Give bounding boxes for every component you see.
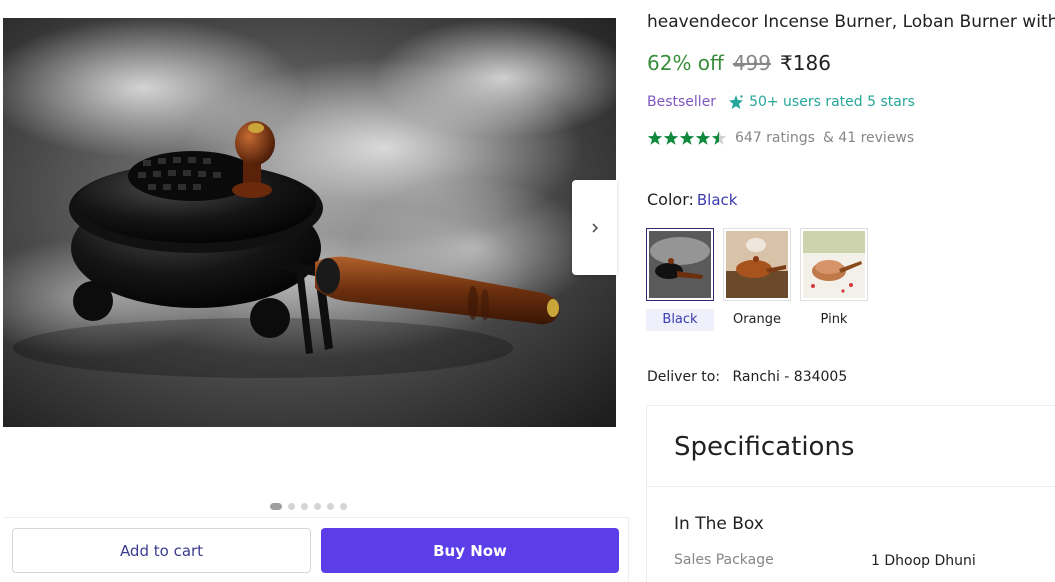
- product-main-image[interactable]: [3, 18, 616, 427]
- star-icon: [679, 131, 695, 145]
- product-details: heavendecor Incense Burner, Loban Burner…: [632, 0, 1055, 582]
- selling-price: ₹186: [780, 51, 831, 75]
- color-swatch-pink[interactable]: Pink: [800, 228, 868, 331]
- star-icon: [647, 131, 663, 145]
- badge-row: Bestseller 50+ users rated 5 stars: [647, 94, 915, 110]
- spec-value: 1 Dhoop Dhuni: [871, 553, 976, 569]
- sparkle-star-icon: [729, 95, 744, 109]
- reviews-count: & 41 reviews: [822, 130, 915, 146]
- swatch-thumbnail: [723, 228, 791, 301]
- incense-burner-photo: [3, 18, 616, 427]
- swatch-thumbnail: [646, 228, 714, 301]
- users-rated-badge: 50+ users rated 5 stars: [728, 94, 915, 110]
- carousel-dot[interactable]: [301, 503, 308, 510]
- mrp-price: 499: [732, 51, 772, 75]
- discount-percent: 62% off: [647, 51, 724, 75]
- next-image-button[interactable]: [572, 180, 617, 275]
- deliver-pincode: Ranchi - 834005: [732, 369, 848, 385]
- delivery-location[interactable]: Deliver to: Ranchi - 834005: [647, 369, 847, 385]
- swatch-label: Black: [646, 309, 714, 331]
- selected-color-value: Black: [696, 191, 738, 209]
- action-bar: Add to cart Buy Now: [3, 517, 629, 582]
- add-to-cart-button[interactable]: Add to cart: [12, 528, 311, 573]
- deliver-label: Deliver to:: [647, 369, 721, 385]
- product-gallery: Add to cart Buy Now: [0, 0, 632, 582]
- color-swatches: Black Orange Pink: [646, 228, 868, 331]
- specifications-title: Specifications: [674, 432, 855, 462]
- swatch-thumbnail: [800, 228, 868, 301]
- ratings-count: 647 ratings: [735, 130, 815, 146]
- star-icon: [663, 131, 679, 145]
- chevron-right-icon: [591, 222, 598, 233]
- specifications-card: Specifications In The Box Sales Package …: [646, 405, 1055, 582]
- divider: [647, 486, 1055, 487]
- swatch-label: Orange: [732, 312, 782, 327]
- swatch-label: Pink: [820, 312, 848, 327]
- bestseller-badge: Bestseller: [647, 94, 717, 110]
- star-icon: [695, 131, 711, 145]
- color-selector-label: Color: Black: [647, 190, 737, 209]
- buy-now-button[interactable]: Buy Now: [321, 528, 619, 573]
- price-row: 62% off 499 ₹186: [647, 51, 831, 75]
- users-rated-text: 50+ users rated 5 stars: [749, 94, 915, 110]
- carousel-dot[interactable]: [270, 503, 282, 510]
- carousel-dot[interactable]: [314, 503, 321, 510]
- color-swatch-black[interactable]: Black: [646, 228, 714, 331]
- image-carousel-dots: [270, 503, 347, 510]
- carousel-dot[interactable]: [340, 503, 347, 510]
- color-swatch-orange[interactable]: Orange: [723, 228, 791, 331]
- rating-row[interactable]: 647 ratings & 41 reviews: [647, 130, 914, 146]
- star-rating: [647, 130, 727, 146]
- product-title: heavendecor Incense Burner, Loban Burner…: [647, 12, 1055, 32]
- carousel-dot[interactable]: [327, 503, 334, 510]
- spec-section-title: In The Box: [674, 514, 764, 534]
- carousel-dot[interactable]: [288, 503, 295, 510]
- color-label: Color:: [647, 190, 694, 209]
- star-icon: [711, 131, 727, 145]
- spec-key: Sales Package: [674, 552, 774, 568]
